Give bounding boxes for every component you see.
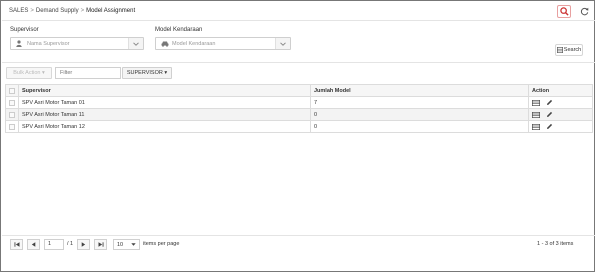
jumlah-model-cell: 0 bbox=[310, 120, 529, 133]
bulk-action-button[interactable]: Bulk Action ▾ bbox=[6, 67, 52, 79]
chevron-down-icon bbox=[131, 243, 136, 246]
pencil-icon[interactable] bbox=[546, 111, 553, 118]
page-total: / 1 bbox=[67, 241, 74, 247]
next-page-button[interactable] bbox=[77, 239, 90, 250]
breadcrumb-sales[interactable]: SALES bbox=[9, 8, 28, 14]
list-icon[interactable] bbox=[532, 99, 540, 106]
column-filter-dropdown[interactable]: SUPERVISOR ▾ bbox=[122, 67, 172, 79]
refresh-button[interactable] bbox=[577, 5, 591, 18]
column-header-jumlah-model[interactable]: Jumlah Model bbox=[310, 84, 529, 97]
action-cell bbox=[528, 96, 593, 109]
user-icon bbox=[16, 40, 22, 49]
supervisor-table: Supervisor Jumlah Model Action SPV Asri … bbox=[5, 84, 593, 133]
supervisor-cell: SPV Asri Motor Taman 11 bbox=[18, 108, 311, 121]
supervisor-placeholder: Nama Supervisor bbox=[27, 41, 70, 47]
model-label: Model Kendaraan bbox=[155, 27, 203, 33]
supervisor-label: Supervisor bbox=[10, 27, 39, 33]
action-cell bbox=[528, 108, 593, 121]
list-icon[interactable] bbox=[532, 123, 540, 130]
jumlah-model-cell: 7 bbox=[310, 96, 529, 109]
list-icon[interactable] bbox=[532, 111, 540, 118]
header-search-button[interactable] bbox=[557, 5, 571, 18]
breadcrumb-separator: > bbox=[30, 8, 34, 14]
page-size-select[interactable]: 10 bbox=[113, 239, 140, 250]
refresh-icon bbox=[580, 7, 588, 16]
last-page-icon bbox=[98, 242, 103, 247]
row-checkbox[interactable] bbox=[5, 108, 19, 121]
search-button[interactable]: Search bbox=[555, 44, 583, 56]
chevron-down-icon[interactable] bbox=[275, 38, 290, 49]
table-icon bbox=[556, 47, 563, 53]
row-checkbox[interactable] bbox=[5, 96, 19, 109]
supervisor-cell: SPV Asri Motor Taman 12 bbox=[18, 120, 311, 133]
items-per-page-label: items per page bbox=[143, 241, 180, 247]
action-cell bbox=[528, 120, 593, 133]
column-header-action: Action bbox=[528, 84, 593, 97]
column-header-supervisor[interactable]: Supervisor bbox=[18, 84, 311, 97]
page-number-input[interactable]: 1 bbox=[44, 239, 64, 250]
search-icon bbox=[559, 7, 569, 16]
supervisor-select[interactable]: Nama Supervisor bbox=[10, 37, 144, 50]
chevron-down-icon[interactable] bbox=[128, 38, 143, 49]
pager-info: 1 - 3 of 3 items bbox=[537, 241, 574, 247]
table-row[interactable]: SPV Asri Motor Taman 01 7 bbox=[5, 96, 593, 109]
app-window: SALES > Demand Supply > Model Assignment Sup… bbox=[0, 0, 595, 272]
first-page-button[interactable] bbox=[10, 239, 23, 250]
car-icon bbox=[161, 40, 169, 49]
search-button-label: Search bbox=[563, 47, 582, 53]
top-bar: SALES > Demand Supply > Model Assignment bbox=[2, 2, 595, 21]
row-checkbox[interactable] bbox=[5, 120, 19, 133]
prev-page-button[interactable] bbox=[27, 239, 40, 250]
breadcrumb-separator: > bbox=[80, 8, 85, 14]
select-all-checkbox[interactable] bbox=[5, 84, 19, 97]
supervisor-cell: SPV Asri Motor Taman 01 bbox=[18, 96, 311, 109]
model-select[interactable]: Model Kendaraan bbox=[155, 37, 291, 50]
last-page-button[interactable] bbox=[94, 239, 107, 250]
table-header-row: Supervisor Jumlah Model Action bbox=[5, 84, 593, 97]
filter-input[interactable] bbox=[55, 67, 121, 79]
breadcrumb-model-assignment: Model Assignment bbox=[86, 8, 136, 14]
breadcrumb: SALES > Demand Supply > Model Assignment bbox=[9, 8, 135, 14]
first-page-icon bbox=[14, 242, 19, 247]
pencil-icon[interactable] bbox=[546, 99, 553, 106]
prev-page-icon bbox=[31, 242, 36, 247]
divider bbox=[2, 62, 595, 63]
pencil-icon[interactable] bbox=[546, 123, 553, 130]
breadcrumb-demand-supply[interactable]: Demand Supply bbox=[36, 8, 79, 14]
jumlah-model-cell: 0 bbox=[310, 108, 529, 121]
divider bbox=[2, 235, 595, 236]
next-page-icon bbox=[81, 242, 86, 247]
table-row[interactable]: SPV Asri Motor Taman 12 0 bbox=[5, 120, 593, 133]
model-placeholder: Model Kendaraan bbox=[172, 41, 216, 47]
page-size-value: 10 bbox=[117, 241, 124, 248]
table-row[interactable]: SPV Asri Motor Taman 11 0 bbox=[5, 108, 593, 121]
